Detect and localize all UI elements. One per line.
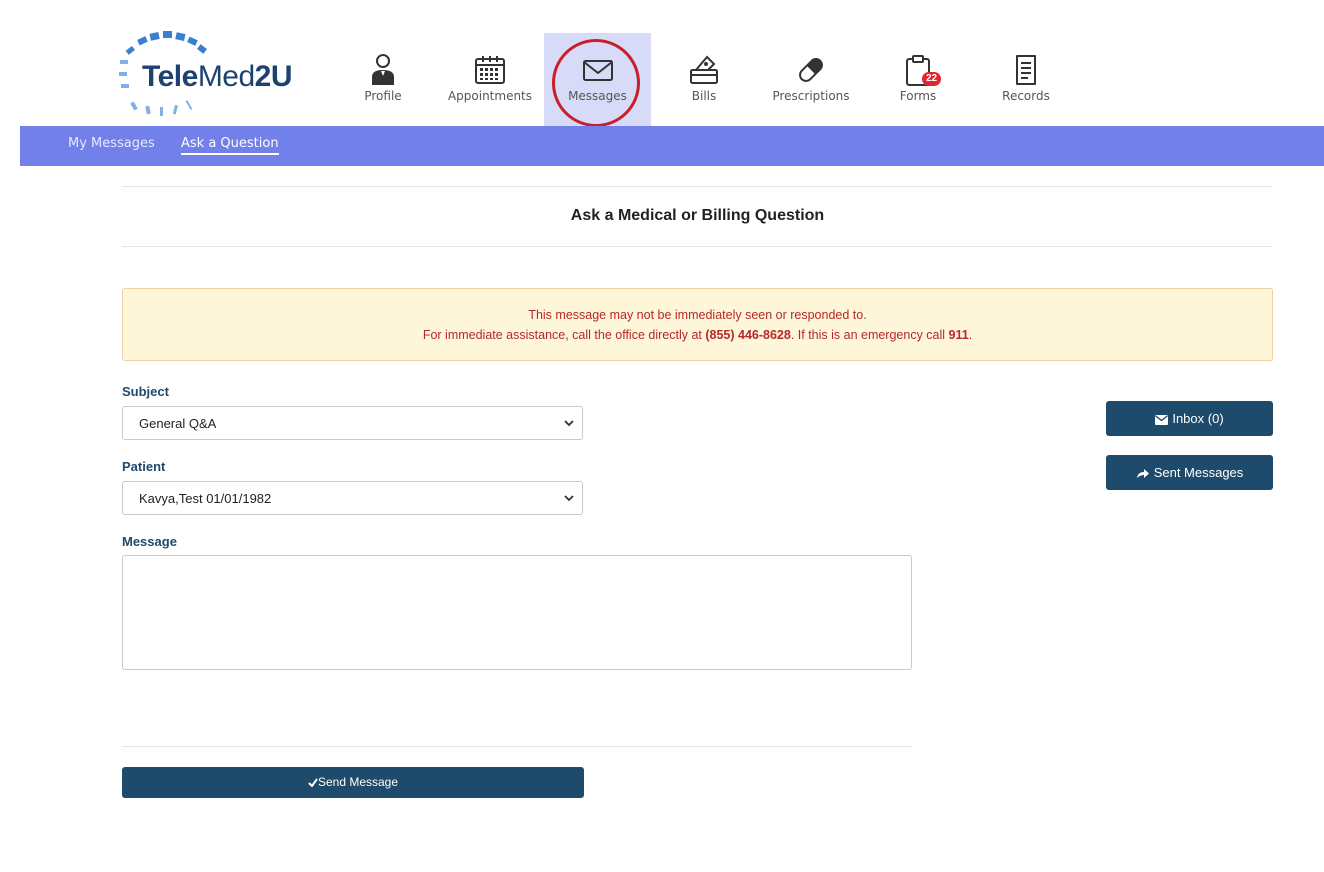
chevron-down-icon [564,495,574,502]
nav-prescriptions-label: Prescriptions [772,89,850,103]
inbox-button[interactable]: Inbox (0) [1106,401,1273,436]
sent-messages-button[interactable]: Sent Messages [1106,455,1273,490]
alert-line-1: This message may not be immediately seen… [528,308,867,322]
envelope-icon [582,60,613,81]
envelope-icon [1155,415,1169,425]
alert-suffix: . [968,328,973,342]
main-nav: Profile Appointments Messages Bills Pres… [0,33,1324,126]
bills-icon [690,55,718,84]
subject-label: Subject [122,384,169,399]
send-message-button[interactable]: Send Message [122,767,584,798]
sent-messages-label: Sent Messages [1153,465,1244,480]
patient-label: Patient [122,459,166,474]
divider-title [122,246,1273,247]
subnav-my-messages[interactable]: My Messages [68,136,155,151]
app-header: TeleMed2U Profile Appointments Messages … [0,0,1324,127]
forms-count-badge: 22 [922,72,942,86]
calendar-icon [475,56,505,84]
nav-messages-label: Messages [568,89,627,103]
nav-bills-label: Bills [691,89,717,103]
alert-line-2: For immediate assistance, call the offic… [123,328,1272,342]
patient-select[interactable]: Kavya,Test 01/01/1982 [122,481,583,515]
chevron-down-icon [564,420,574,427]
nav-messages[interactable]: Messages [544,33,651,126]
nav-appointments-label: Appointments [447,89,533,103]
nav-bills[interactable]: Bills [674,33,734,126]
subnav-ask-question[interactable]: Ask a Question [181,136,279,155]
nav-forms[interactable]: 22 Forms [886,33,950,126]
checkmark-icon [308,778,318,788]
share-arrow-icon [1136,469,1149,478]
alert-prefix: For immediate assistance, call the offic… [422,328,706,342]
send-message-label: Send Message [317,775,399,789]
page-title: Ask a Medical or Billing Question [570,207,825,224]
sub-nav: My Messages Ask a Question [20,126,1324,166]
person-icon [372,54,394,85]
patient-value: Kavya,Test 01/01/1982 [139,491,272,506]
divider-form [122,746,912,747]
subject-value: General Q&A [139,416,217,431]
nav-records[interactable]: Records [994,33,1058,126]
message-textarea[interactable] [122,555,912,670]
nav-profile-label: Profile [364,89,402,103]
message-label: Message [122,534,177,549]
subject-select[interactable]: General Q&A [122,406,583,440]
inbox-button-label: Inbox (0) [1172,411,1224,426]
nav-prescriptions[interactable]: Prescriptions [760,33,862,126]
nav-profile[interactable]: Profile [350,33,416,126]
divider-top [122,186,1273,187]
notice-alert: This message may not be immediately seen… [122,288,1273,361]
nav-appointments[interactable]: Appointments [440,33,540,126]
nav-records-label: Records [1002,89,1050,103]
alert-emergency-number: 911 [948,328,969,342]
pill-icon [799,58,823,82]
alert-middle: . If this is an emergency call [790,328,949,342]
nav-forms-label: Forms [899,89,937,103]
document-icon [1016,55,1036,85]
alert-phone: (855) 446-8628 [705,328,791,342]
